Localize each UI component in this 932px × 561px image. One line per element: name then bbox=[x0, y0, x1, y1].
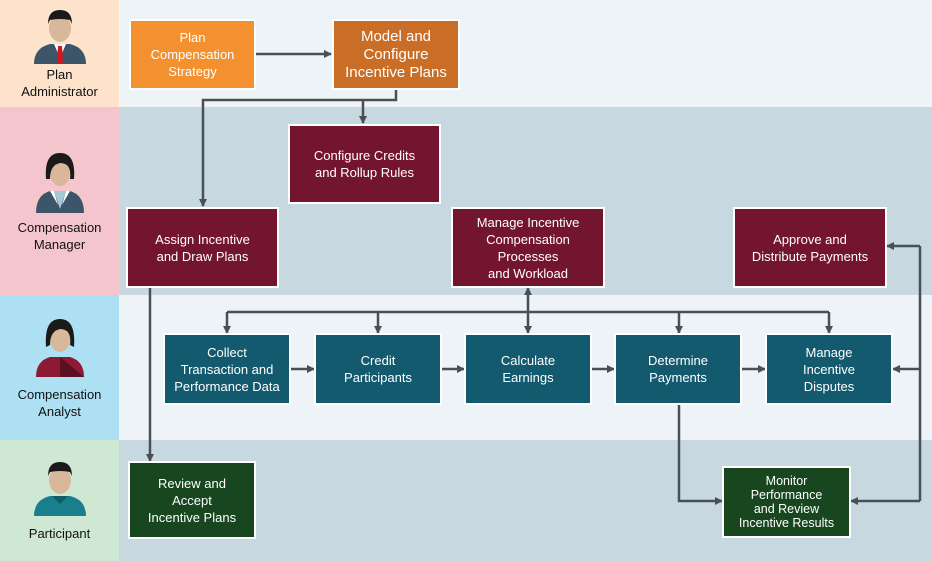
male-avatar-icon bbox=[34, 10, 86, 64]
plan-compensation-strategy-box[interactable]: Plan Compensation Strategy bbox=[129, 19, 256, 90]
review-accept-plans-box[interactable]: Review and Accept Incentive Plans bbox=[128, 461, 256, 539]
role-label: Compensation Manager bbox=[17, 220, 102, 252]
configure-credits-box[interactable]: Configure Credits and Rollup Rules bbox=[288, 124, 441, 204]
role-participant: Participant bbox=[0, 440, 119, 561]
assign-plans-box[interactable]: Assign Incentive and Draw Plans bbox=[126, 207, 279, 288]
monitor-performance-box[interactable]: Monitor Performance and Review Incentive… bbox=[722, 466, 851, 538]
female-avatar-icon bbox=[36, 153, 84, 213]
model-configure-plans-box[interactable]: Model and Configure Incentive Plans bbox=[332, 19, 460, 90]
role-label: Participant bbox=[28, 526, 91, 541]
role-compensation-manager: Compensation Manager bbox=[0, 107, 119, 295]
manage-disputes-box[interactable]: Manage Incentive Disputes bbox=[765, 333, 893, 405]
female-avatar-icon bbox=[36, 319, 84, 377]
manage-processes-box[interactable]: Manage Incentive Compensation Processes … bbox=[451, 207, 605, 288]
approve-payments-box[interactable]: Approve and Distribute Payments bbox=[733, 207, 887, 288]
determine-payments-box[interactable]: Determine Payments bbox=[614, 333, 742, 405]
role-label: Plan Administrator bbox=[21, 67, 98, 99]
calculate-earnings-box[interactable]: Calculate Earnings bbox=[464, 333, 592, 405]
role-label: Compensation Analyst bbox=[17, 387, 102, 419]
male-avatar-icon bbox=[34, 462, 86, 516]
role-compensation-analyst: Compensation Analyst bbox=[0, 295, 119, 440]
collect-data-box[interactable]: Collect Transaction and Performance Data bbox=[163, 333, 291, 405]
role-plan-administrator: Plan Administrator bbox=[0, 0, 119, 107]
credit-participants-box[interactable]: Credit Participants bbox=[314, 333, 442, 405]
